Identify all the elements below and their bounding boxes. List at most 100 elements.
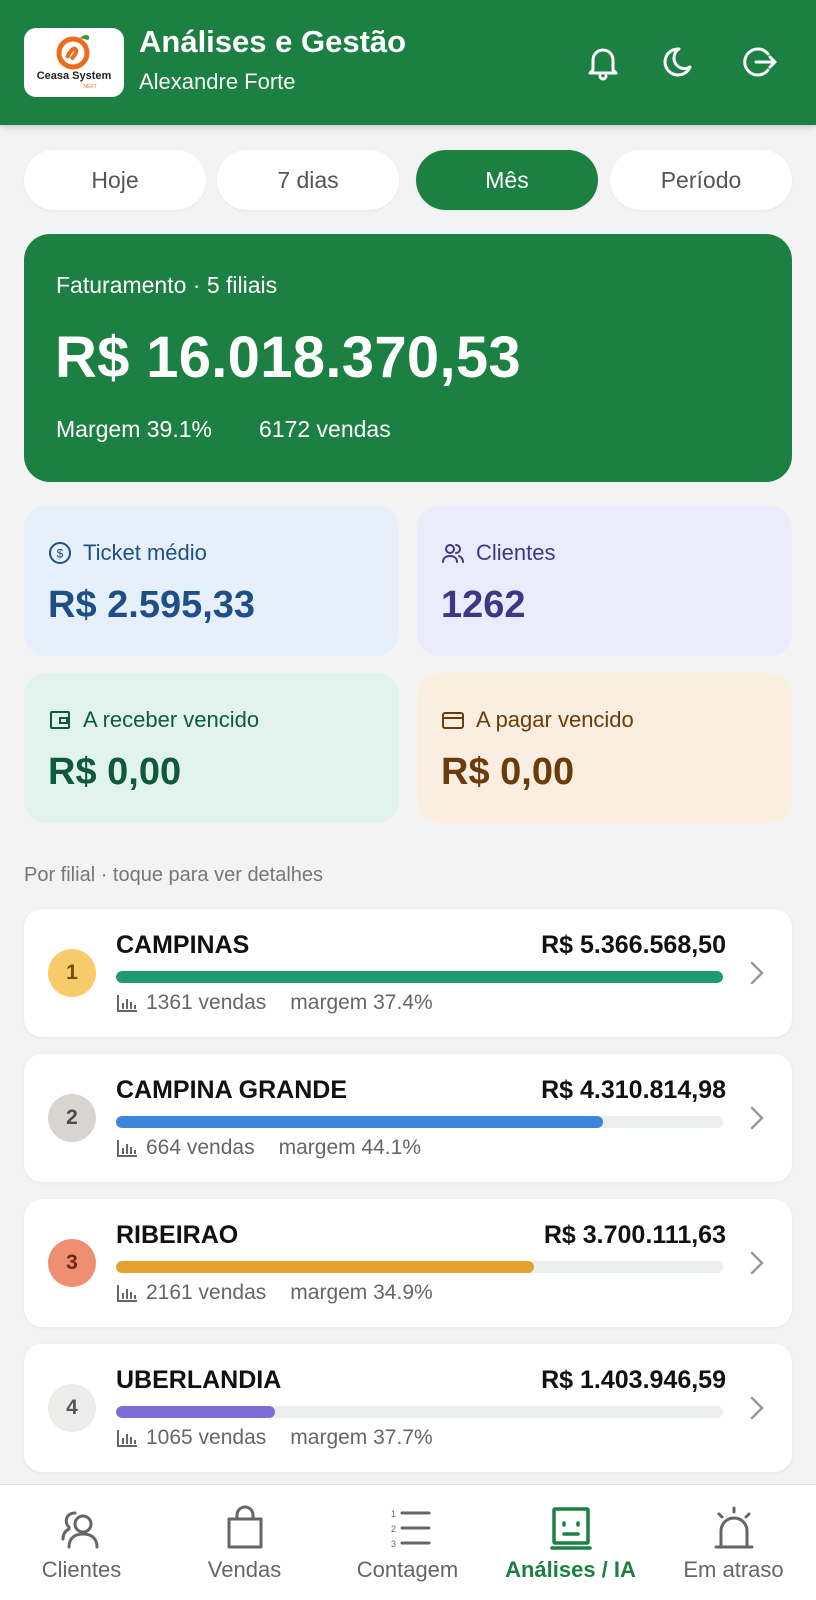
sales-count: 6172 vendas (259, 416, 391, 442)
branch-name: CAMPINAS (116, 931, 250, 959)
chevron-right-icon (750, 1396, 764, 1420)
app-header: Ceasa System NEXT Análises e Gestão Alex… (0, 0, 816, 125)
revenue-share-bar (116, 1261, 723, 1273)
revenue-share-fill (116, 1261, 535, 1273)
svg-text:1: 1 (391, 1509, 396, 1519)
revenue-share-fill (116, 1116, 604, 1128)
period-tabs: Hoje 7 dias Mês Período (24, 150, 792, 210)
branch-revenue: R$ 3.700.111,63 (543, 1221, 726, 1249)
metric-label: A pagar vencido (476, 707, 634, 732)
revenue-share-bar (116, 1406, 723, 1418)
alarm-light-icon (714, 1506, 753, 1549)
branch-sales: 2161 vendas (146, 1281, 267, 1304)
branch-row-campina-grande[interactable]: 2 CAMPINA GRANDE R$ 4.310.814,98 664 ven… (24, 1054, 792, 1182)
bar-chart-icon (117, 1140, 137, 1157)
bar-chart-icon (117, 1285, 137, 1302)
bottom-navigation: Clientes Vendas 1 2 3 Contagem Análises … (0, 1484, 816, 1600)
nav-label: Análises / IA (505, 1557, 636, 1582)
nav-analises-ia[interactable]: Análises / IA (489, 1485, 652, 1600)
svg-text:2: 2 (391, 1524, 396, 1534)
chevron-right-icon (750, 1251, 764, 1275)
clientes-card[interactable]: Clientes 1262 (417, 506, 792, 656)
branch-name: UBERLANDIA (116, 1366, 282, 1394)
chevron-right-icon (750, 1106, 764, 1130)
branch-sales: 1361 vendas (146, 991, 267, 1014)
numbered-list-icon: 1 2 3 (391, 1509, 430, 1549)
users-icon (61, 1511, 98, 1549)
metric-value: R$ 0,00 (441, 751, 575, 793)
logout-icon[interactable] (740, 42, 780, 82)
revenue-summary-card: Faturamento · 5 filiais R$ 16.018.370,53… (24, 234, 792, 482)
branch-row-campinas[interactable]: 1 CAMPINAS R$ 5.366.568,50 1361 vendas m… (24, 909, 792, 1037)
branch-margin: margem 37.4% (290, 991, 433, 1014)
branch-stats: 1065 vendas margem 37.7% (116, 1426, 433, 1450)
robot-icon (549, 1507, 592, 1550)
revenue-label: Faturamento · 5 filiais (56, 272, 278, 298)
revenue-share-fill (116, 971, 723, 983)
nav-em-atraso[interactable]: Em atraso (652, 1485, 815, 1600)
revenue-share-fill (116, 1406, 276, 1418)
metric-label: Ticket médio (83, 540, 207, 565)
rank-badge: 4 (48, 1384, 96, 1432)
bell-icon[interactable] (583, 42, 623, 82)
branch-name: RIBEIRAO (116, 1221, 239, 1249)
nav-vendas[interactable]: Vendas (163, 1485, 326, 1600)
metric-value: R$ 2.595,33 (48, 584, 256, 626)
branch-sales: 664 vendas (146, 1136, 255, 1159)
branches-section-label: Por filial · toque para ver detalhes (24, 864, 324, 886)
chevron-right-icon (750, 961, 764, 985)
revenue-value: R$ 16.018.370,53 (55, 325, 521, 390)
rank-badge: 2 (48, 1094, 96, 1142)
branch-sales: 1065 vendas (146, 1426, 267, 1449)
nav-label: Contagem (356, 1557, 459, 1582)
branch-stats: 664 vendas margem 44.1% (116, 1136, 421, 1160)
card-icon (442, 712, 464, 729)
branch-revenue: R$ 5.366.568,50 (541, 931, 726, 959)
logo-text: Ceasa System (37, 70, 112, 82)
metric-label: A receber vencido (83, 707, 260, 732)
revenue-share-bar (116, 971, 723, 983)
dollar-circle-icon: $ (49, 542, 71, 564)
nav-contagem[interactable]: 1 2 3 Contagem (326, 1485, 489, 1600)
bar-chart-icon (117, 995, 137, 1012)
moon-icon[interactable] (661, 42, 701, 82)
svg-text:$: $ (57, 547, 64, 561)
wallet-icon (50, 711, 70, 729)
branch-revenue: R$ 1.403.946,59 (541, 1366, 726, 1394)
shopping-bag-icon (227, 1505, 262, 1549)
rank-badge: 3 (48, 1239, 96, 1287)
branch-margin: margem 34.9% (290, 1281, 433, 1304)
branch-margin: margem 37.7% (290, 1426, 433, 1449)
nav-clientes[interactable]: Clientes (0, 1485, 163, 1600)
nav-label: Vendas (207, 1557, 282, 1582)
app-logo: Ceasa System NEXT (24, 28, 124, 97)
nav-label: Em atraso (683, 1557, 784, 1582)
branch-row-ribeirao[interactable]: 3 RIBEIRAO R$ 3.700.111,63 2161 vendas m… (24, 1199, 792, 1327)
ticket-medio-card[interactable]: $ Ticket médio R$ 2.595,33 (24, 506, 399, 656)
tab-mes[interactable]: Mês (416, 150, 598, 210)
nav-label: Clientes (41, 1557, 122, 1582)
metric-label: Clientes (476, 540, 556, 565)
tab-7-dias[interactable]: 7 dias (217, 150, 399, 210)
svg-text:3: 3 (391, 1539, 396, 1549)
page-title: Análises e Gestão (139, 24, 407, 59)
branch-revenue: R$ 4.310.814,98 (541, 1076, 726, 1104)
revenue-share-bar (116, 1116, 723, 1128)
users-icon (442, 544, 464, 563)
metric-value: 1262 (441, 584, 526, 626)
branch-stats: 2161 vendas margem 34.9% (116, 1281, 433, 1305)
logo-subtext: NEXT (83, 84, 96, 90)
branch-stats: 1361 vendas margem 37.4% (116, 991, 433, 1015)
bar-chart-icon (117, 1430, 137, 1447)
user-name: Alexandre Forte (139, 69, 296, 94)
receber-vencido-card[interactable]: A receber vencido R$ 0,00 (24, 673, 399, 823)
tab-periodo[interactable]: Período (610, 150, 792, 210)
tab-hoje[interactable]: Hoje (24, 150, 206, 210)
pagar-vencido-card[interactable]: A pagar vencido R$ 0,00 (417, 673, 792, 823)
branch-margin: margem 44.1% (278, 1136, 421, 1159)
branch-name: CAMPINA GRANDE (116, 1076, 348, 1104)
branch-row-uberlandia[interactable]: 4 UBERLANDIA R$ 1.403.946,59 1065 vendas… (24, 1344, 792, 1472)
metric-value: R$ 0,00 (48, 751, 182, 793)
margin-value: Margem 39.1% (56, 416, 212, 442)
rank-badge: 1 (48, 949, 96, 997)
